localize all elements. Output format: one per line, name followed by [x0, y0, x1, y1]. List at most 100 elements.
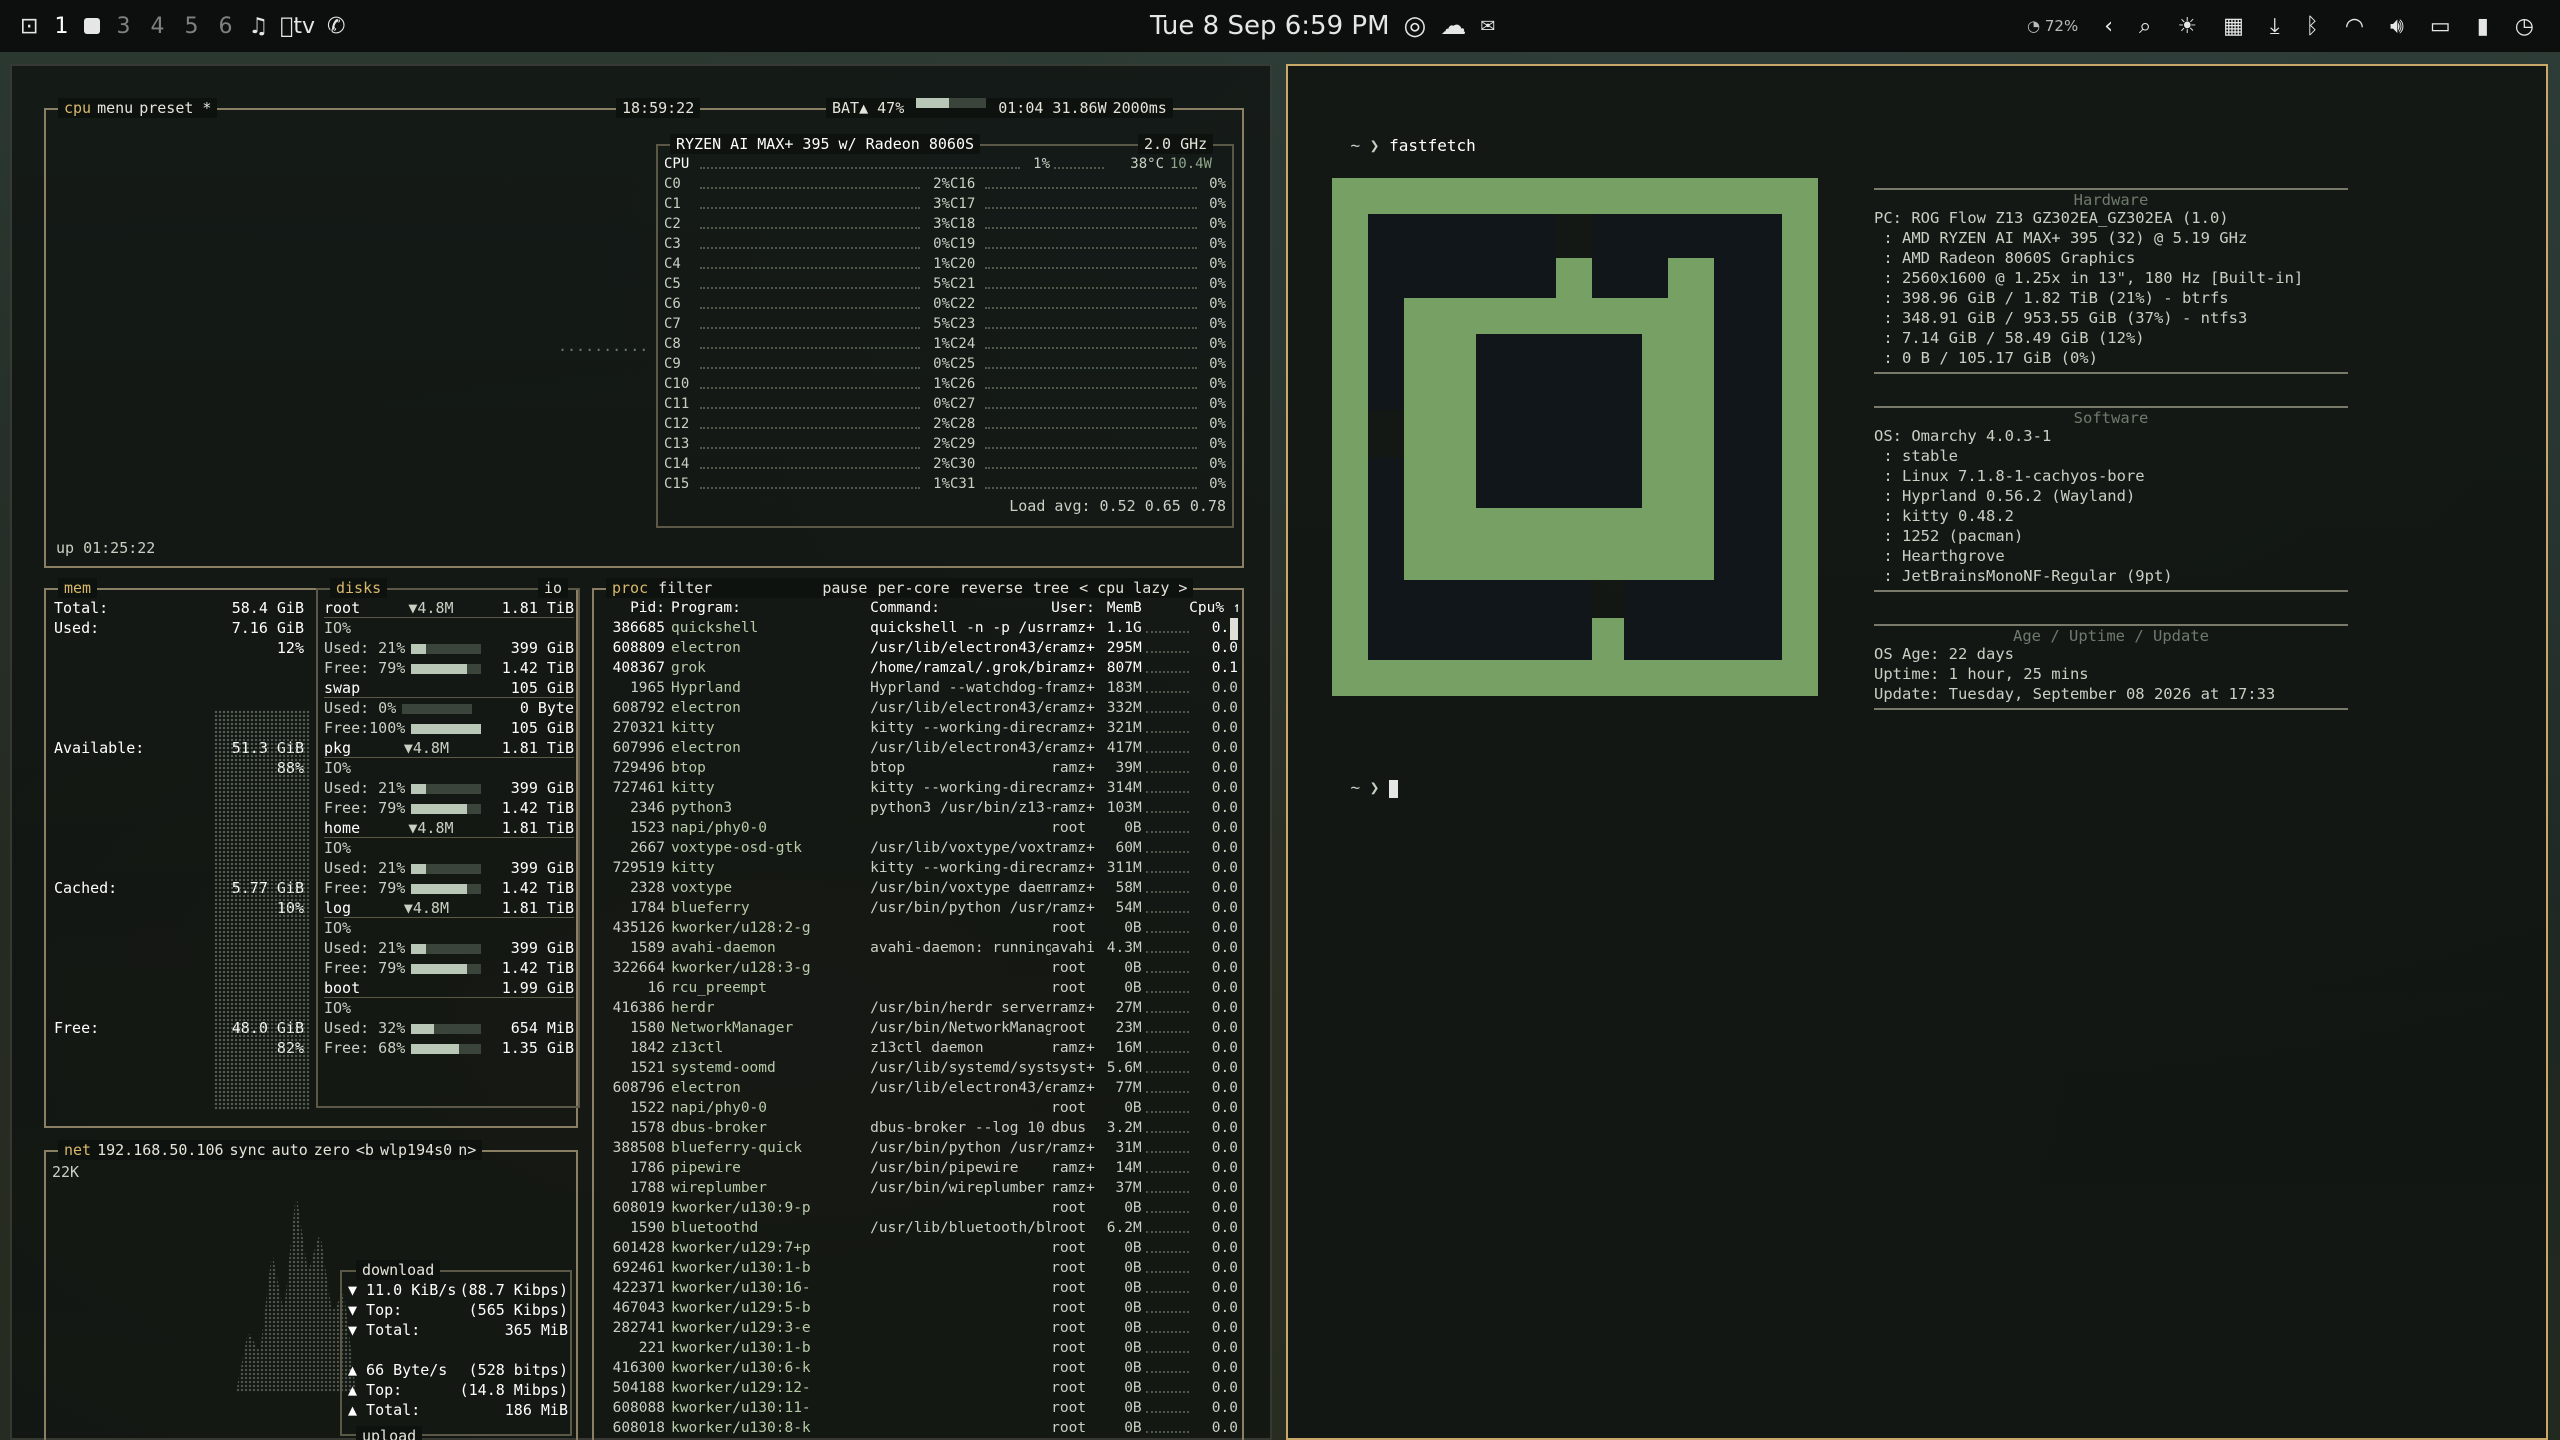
workspace-2-dot[interactable] — [84, 18, 101, 34]
workspace-3[interactable]: 3 — [112, 14, 134, 39]
proc-row[interactable]: 608018 kworker/u130:8-k root 0B 0.0 — [598, 1418, 1238, 1438]
header-program[interactable]: Program: — [671, 598, 870, 618]
proc-row[interactable]: 1522 napi/phy0-0 root 0B 0.0 — [598, 1098, 1238, 1118]
header-cpu[interactable]: Cpu% ↑ — [1189, 598, 1238, 618]
proc-row[interactable]: 1788 wireplumber/usr/bin/wireplumber ramz+… — [598, 1178, 1238, 1198]
proc-row[interactable]: 608792 electron/usr/lib/electron43/e ramz+… — [598, 698, 1238, 718]
proc-row[interactable]: 729519 kitty kitty --working-direc ramz+ 311… — [598, 858, 1238, 878]
search-icon[interactable]: ⌕ — [2139, 14, 2151, 39]
header-pid[interactable]: Pid: — [598, 598, 671, 618]
tab-preset[interactable]: preset * — [139, 98, 211, 118]
bluetooth-icon[interactable]: ᛒ — [2306, 14, 2319, 39]
download-icon[interactable]: ⤓ — [2270, 14, 2280, 39]
display-icon[interactable]: ▭ — [2430, 14, 2451, 39]
proc-row[interactable]: 608088 kworker/u130:11- root 0B 0.0 — [598, 1398, 1238, 1418]
disk-header[interactable]: log ▼4.8M 1.81 TiB — [324, 898, 574, 918]
proc-row[interactable]: 282741 kworker/u129:3-e root 0B 0.0 — [598, 1318, 1238, 1338]
workspace-6[interactable]: 6 — [214, 14, 236, 39]
net-sync[interactable]: sync — [230, 1140, 266, 1160]
mem-title[interactable]: mem — [64, 578, 91, 598]
tab-menu[interactable]: menu — [97, 98, 133, 118]
proc-row[interactable]: 601428 kworker/u129:7+p root 0B 0.0 — [598, 1238, 1238, 1258]
proc-row[interactable]: 2346 python3 python3 /usr/bin/z13- ramz+ 103… — [598, 798, 1238, 818]
net-prev[interactable]: <b — [356, 1140, 374, 1160]
datetime[interactable]: Tue 8 Sep 6:59 PM — [1150, 11, 1390, 41]
proc-row[interactable]: 608019 kworker/u130:9-p root 0B 0.0 — [598, 1198, 1238, 1218]
proc-row[interactable]: 1578 dbus-broker dbus-broker --log 10 dbus 3… — [598, 1118, 1238, 1138]
proc-row[interactable]: 2328 voxtype/usr/bin/voxtype daem ramz+ 58M… — [598, 878, 1238, 898]
proc-scrollbar[interactable] — [1230, 618, 1238, 640]
disk-header[interactable]: boot 1.99 GiB — [324, 978, 574, 998]
tab-per-core[interactable]: per-core — [877, 578, 949, 598]
proc-row[interactable]: 270321 kitty kitty --working-direc ramz+ 321… — [598, 718, 1238, 738]
workspace-4[interactable]: 4 — [146, 14, 168, 39]
proc-row[interactable]: 1590 bluetoothd/usr/lib/bluetooth/bl root 6… — [598, 1218, 1238, 1238]
terminal-window[interactable]: ~ ❯ fastfetch Hardware PC: ROG Flow Z13 … — [1286, 64, 2548, 1440]
tab-sort[interactable]: < cpu lazy > — [1079, 578, 1187, 598]
disks-io-text[interactable]: io — [544, 578, 562, 598]
power-profile-icon[interactable]: ◷ — [2515, 14, 2534, 39]
proc-row[interactable]: 2667 voxtype-osd-gtk/usr/lib/voxtype/voxt… — [598, 838, 1238, 858]
proc-row[interactable]: 1580 NetworkManager/usr/bin/NetworkManag r… — [598, 1018, 1238, 1038]
proc-row[interactable]: 1589 avahi-daemon avahi-daemon: running ava… — [598, 938, 1238, 958]
clock-area[interactable]: Tue 8 Sep 6:59 PM ◎ ☁ ✉ — [1150, 0, 1495, 52]
tab-proc[interactable]: proc — [612, 578, 648, 598]
proc-row[interactable]: 1523 napi/phy0-0 root 0B 0.0 — [598, 818, 1238, 838]
proc-row[interactable]: 1842 z13ctl z13ctl daemon ramz+ 16M 0.0 — [598, 1038, 1238, 1058]
tab-filter[interactable]: filter — [658, 578, 712, 598]
proc-row[interactable]: 1965 Hyprland Hyprland --watchdog-f ramz+ 18… — [598, 678, 1238, 698]
proc-row[interactable]: 729496 btop btop ramz+ 39M 0.0 — [598, 758, 1238, 778]
launcher-icon[interactable]: ⊡ — [20, 14, 38, 39]
proc-row[interactable]: 608809 electron/usr/lib/electron43/e ramz+… — [598, 638, 1238, 658]
proc-row[interactable]: 221 kworker/u130:1-b root 0B 0.0 — [598, 1338, 1238, 1358]
header-user[interactable]: User: — [1051, 598, 1098, 618]
phone-icon[interactable]: ✆ — [327, 14, 345, 39]
tab-cpu[interactable]: cpu — [64, 98, 91, 118]
workspace-1[interactable]: 1 — [50, 14, 72, 39]
proc-row[interactable]: 422371 kworker/u130:16- root 0B 0.0 — [598, 1278, 1238, 1298]
tab-reverse[interactable]: reverse — [960, 578, 1023, 598]
proc-row[interactable]: 692461 kworker/u130:1-b root 0B 0.0 — [598, 1258, 1238, 1278]
proc-row[interactable]: 607996 electron/usr/lib/electron43/e ramz+… — [598, 738, 1238, 758]
net-auto[interactable]: auto — [272, 1140, 308, 1160]
disk-header[interactable]: home ▼4.8M 1.81 TiB — [324, 818, 574, 838]
header-command[interactable]: Command: — [870, 598, 1051, 618]
cpu-usage-indicator[interactable]: ◔ 72% — [2027, 17, 2078, 35]
proc-row[interactable]: 416386 herdr/usr/bin/herdr server ramz+ 27M… — [598, 998, 1238, 1018]
workspace-5[interactable]: 5 — [180, 14, 202, 39]
proc-row[interactable]: 608796 electron/usr/lib/electron43/e ramz+… — [598, 1078, 1238, 1098]
wifi-icon[interactable]: ◠ — [2345, 14, 2364, 39]
focus-icon[interactable]: ◎ — [1404, 11, 1427, 41]
proc-row[interactable]: 1784 blueferry/usr/bin/python /usr/ramz+ 5… — [598, 898, 1238, 918]
apple-tv-icon[interactable]: tv — [280, 14, 315, 39]
proc-row[interactable]: 16 rcu_preempt root 0B 0.0 — [598, 978, 1238, 998]
proc-row[interactable]: 504188 kworker/u129:12- root 0B 0.0 — [598, 1378, 1238, 1398]
proc-row[interactable]: 388508 blueferry-quick/usr/bin/python /us… — [598, 1138, 1238, 1158]
chevron-left-icon[interactable]: ‹ — [2104, 14, 2113, 39]
music-icon[interactable]: ♫ — [248, 14, 268, 39]
disks-title-text[interactable]: disks — [336, 578, 381, 598]
mail-icon[interactable]: ✉ — [1480, 16, 1495, 37]
disk-header[interactable]: root ▼4.8M 1.81 TiB — [324, 598, 574, 618]
brightness-icon[interactable]: ☀ — [2177, 14, 2197, 39]
net-zero[interactable]: zero — [314, 1140, 350, 1160]
disk-header[interactable]: swap 105 GiB — [324, 678, 574, 698]
battery-icon[interactable]: ▮ — [2477, 14, 2489, 39]
proc-row[interactable]: 408367 grok/home/ramzal/.grok/bi ramz+ 807M… — [598, 658, 1238, 678]
proc-row[interactable]: 386685 quickshell quickshell -n -p /usr ram… — [598, 618, 1238, 638]
proc-row[interactable]: 1521 systemd-oomd/usr/lib/systemd/syst sys… — [598, 1058, 1238, 1078]
interval-label[interactable]: 2000ms — [1113, 98, 1167, 118]
btop-window[interactable]: cpu menu preset * 18:59:22 BAT▲ 47% 01:0… — [10, 64, 1272, 1440]
keyboard-icon[interactable]: ▦ — [2223, 14, 2244, 39]
tab-net[interactable]: net — [64, 1140, 91, 1160]
proc-row[interactable]: 467043 kworker/u129:5-b root 0B 0.0 — [598, 1298, 1238, 1318]
net-next[interactable]: n> — [458, 1140, 476, 1160]
header-mem[interactable]: MemB — [1098, 598, 1145, 618]
proc-row[interactable]: 416300 kworker/u130:6-k root 0B 0.0 — [598, 1358, 1238, 1378]
proc-row[interactable]: 1786 pipewire/usr/bin/pipewire ramz+ 14M 0.0 — [598, 1158, 1238, 1178]
tab-tree[interactable]: tree — [1033, 578, 1069, 598]
proc-row[interactable]: 435126 kworker/u128:2-g root 0B 0.0 — [598, 918, 1238, 938]
prompt-line-2[interactable]: ~ ❯ — [1312, 758, 1399, 818]
proc-row[interactable]: 322664 kworker/u128:3-g root 0B 0.0 — [598, 958, 1238, 978]
weather-icon[interactable]: ☁ — [1440, 11, 1466, 41]
